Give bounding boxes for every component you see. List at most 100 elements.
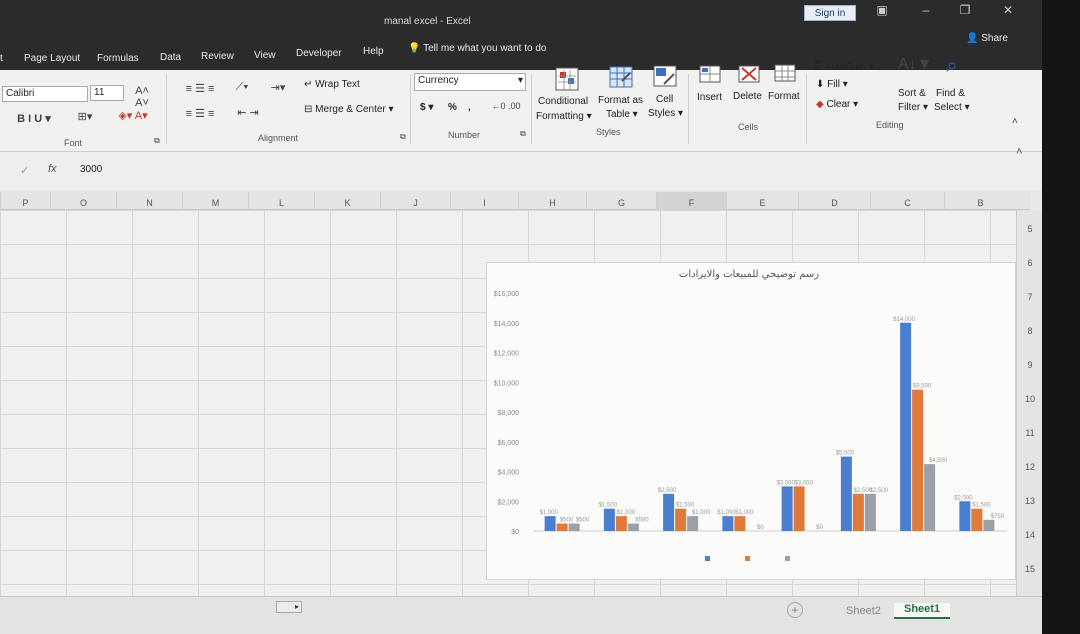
- column-header[interactable]: J: [380, 192, 450, 210]
- sort-filter-label-2[interactable]: Filter ▾: [898, 102, 928, 113]
- row-header[interactable]: 11: [1017, 428, 1042, 438]
- indent-icon[interactable]: ⇥▾: [266, 81, 290, 94]
- format-as-table-label-1[interactable]: Format as: [598, 95, 643, 106]
- row-header[interactable]: 8: [1017, 326, 1042, 336]
- accounting-format-button[interactable]: $ ▾: [420, 102, 433, 113]
- column-header[interactable]: B: [944, 192, 1016, 210]
- delete-button[interactable]: Delete: [733, 91, 762, 102]
- find-select-label-1[interactable]: Find &: [936, 88, 965, 99]
- sign-in-button[interactable]: Sign in: [804, 5, 856, 21]
- sheet-tab-sheet1[interactable]: Sheet1: [894, 603, 951, 619]
- column-header[interactable]: L: [248, 192, 314, 210]
- conditional-formatting-icon[interactable]: [554, 66, 580, 92]
- insert-function-icon[interactable]: fx: [48, 163, 57, 175]
- column-header[interactable]: P: [0, 192, 50, 210]
- number-format-select[interactable]: Currency ▾: [414, 73, 526, 91]
- tab-partial[interactable]: t: [0, 53, 3, 64]
- fill-button[interactable]: ⬇ Fill ▾: [816, 79, 848, 90]
- column-header[interactable]: E: [726, 192, 798, 210]
- row-header[interactable]: 12: [1017, 462, 1042, 472]
- tell-me-label: Tell me what you want to do: [423, 43, 547, 54]
- collapse-ribbon-icon[interactable]: ˄: [1012, 116, 1018, 127]
- row-header[interactable]: 5: [1017, 224, 1042, 234]
- fill-font-color-icon[interactable]: ◈▾ A▾: [108, 109, 158, 122]
- column-header[interactable]: O: [50, 192, 116, 210]
- format-button[interactable]: Format: [768, 91, 800, 102]
- cell-styles-label-1[interactable]: Cell: [656, 94, 673, 105]
- column-header[interactable]: M: [182, 192, 248, 210]
- percent-style-button[interactable]: %: [448, 102, 457, 113]
- format-as-table-label-2[interactable]: Table ▾: [606, 109, 638, 120]
- font-size-select[interactable]: 11: [90, 85, 124, 101]
- horizontal-align-icons[interactable]: ≡ ☰ ≡: [172, 107, 228, 120]
- column-header[interactable]: G: [586, 192, 656, 210]
- number-dialog-launcher-icon[interactable]: ⧉: [520, 129, 526, 139]
- tab-view[interactable]: View: [254, 50, 276, 61]
- column-header[interactable]: K: [314, 192, 380, 210]
- column-header[interactable]: C: [870, 192, 944, 210]
- collapse-formula-bar-icon[interactable]: ˄: [1016, 146, 1022, 158]
- format-as-table-icon[interactable]: [608, 65, 634, 91]
- find-select-label-2[interactable]: Select ▾: [934, 102, 970, 113]
- sheet-tab-sheet2[interactable]: Sheet2: [846, 605, 881, 617]
- decimal-increase-decrease-icons[interactable]: ←0 .00: [486, 101, 526, 111]
- autosum-button[interactable]: Σ AutoSum ▾: [814, 58, 874, 73]
- tab-page-layout[interactable]: Page Layout: [24, 53, 80, 64]
- column-header[interactable]: I: [450, 192, 518, 210]
- row-header[interactable]: 6: [1017, 258, 1042, 268]
- wrap-text-button[interactable]: ↵ Wrap Text: [304, 79, 360, 90]
- conditional-formatting-label-2[interactable]: Formatting ▾: [536, 111, 592, 122]
- borders-icon[interactable]: ⊞▾: [70, 110, 100, 123]
- row-header[interactable]: 9: [1017, 360, 1042, 370]
- minimize-icon[interactable]: –: [916, 3, 936, 17]
- tab-formulas[interactable]: Formulas: [97, 53, 139, 64]
- column-header[interactable]: N: [116, 192, 182, 210]
- vertical-align-icons[interactable]: ≡ ☰ ≡: [172, 82, 228, 95]
- clear-button[interactable]: ◆ Clear ▾: [816, 99, 858, 110]
- tab-review[interactable]: Review: [201, 51, 234, 62]
- format-cells-icon[interactable]: [772, 61, 798, 87]
- restore-icon[interactable]: ❐: [955, 3, 975, 17]
- insert-cells-icon[interactable]: [697, 62, 723, 88]
- row-header[interactable]: 7: [1017, 292, 1042, 302]
- row-header[interactable]: 13: [1017, 496, 1042, 506]
- sigma-icon: Σ: [814, 58, 823, 73]
- font-name-select[interactable]: Calibri: [2, 86, 88, 102]
- tab-data[interactable]: Data: [160, 52, 181, 63]
- sort-filter-icon[interactable]: A↓▼: [898, 56, 933, 74]
- share-button[interactable]: 👤 Share: [966, 33, 1008, 44]
- merge-center-button[interactable]: ⊟ Merge & Center ▾: [304, 104, 394, 115]
- embedded-column-chart[interactable]: رسم توضيحي للمبيعات والايرادات $0 $2,000 $4…: [486, 262, 1016, 580]
- cell-styles-icon[interactable]: [652, 64, 678, 90]
- column-header[interactable]: F: [656, 192, 726, 210]
- close-icon[interactable]: ✕: [998, 3, 1018, 17]
- tab-developer[interactable]: Developer: [296, 48, 342, 59]
- insert-button[interactable]: Insert: [697, 92, 722, 103]
- alignment-dialog-launcher-icon[interactable]: ⧉: [400, 132, 406, 142]
- row-header[interactable]: 10: [1017, 394, 1042, 404]
- y-tick-label: $6,000: [498, 440, 520, 447]
- tell-me-search[interactable]: 💡 Tell me what you want to do: [408, 43, 546, 54]
- data-label: $3,000: [776, 480, 795, 486]
- ribbon-display-options-icon[interactable]: ▣: [872, 3, 892, 17]
- comma-style-button[interactable]: ,: [468, 102, 471, 113]
- enter-check-icon[interactable]: ✓: [20, 164, 29, 177]
- cell-styles-label-2[interactable]: Styles ▾: [648, 108, 683, 119]
- column-header[interactable]: H: [518, 192, 586, 210]
- formula-input[interactable]: 3000: [80, 164, 102, 175]
- horizontal-scrollbar[interactable]: ▸: [276, 601, 302, 613]
- tab-help[interactable]: Help: [363, 46, 384, 57]
- new-sheet-icon[interactable]: +: [787, 602, 803, 618]
- grow-shrink-font-icon[interactable]: A˄ A˅: [128, 85, 156, 109]
- magnifier-icon[interactable]: ⌕: [938, 55, 966, 78]
- row-header[interactable]: 14: [1017, 530, 1042, 540]
- conditional-formatting-label-1[interactable]: Conditional: [538, 96, 588, 107]
- column-header[interactable]: D: [798, 192, 870, 210]
- decrease-increase-indent-icons[interactable]: ⇤ ⇥: [232, 106, 264, 119]
- font-dialog-launcher-icon[interactable]: ⧉: [154, 136, 160, 146]
- sort-filter-label-1[interactable]: Sort &: [898, 88, 926, 99]
- orientation-icon[interactable]: ⟋▾: [230, 81, 254, 94]
- bold-italic-underline-icons[interactable]: B I U ▾: [4, 112, 64, 125]
- delete-cells-icon[interactable]: [736, 62, 762, 88]
- row-header[interactable]: 15: [1017, 564, 1042, 574]
